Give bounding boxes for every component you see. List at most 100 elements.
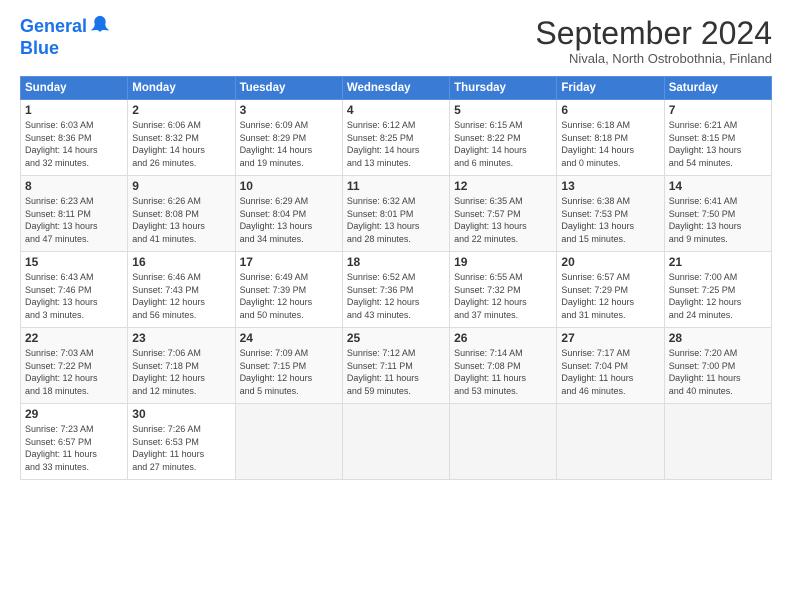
day-info: Sunrise: 7:26 AM Sunset: 6:53 PM Dayligh… (132, 423, 230, 473)
table-row: 9 Sunrise: 6:26 AM Sunset: 8:08 PM Daylig… (128, 176, 235, 252)
day-info: Sunrise: 6:06 AM Sunset: 8:32 PM Dayligh… (132, 119, 230, 169)
day-info: Sunrise: 6:38 AM Sunset: 7:53 PM Dayligh… (561, 195, 659, 245)
page: General Blue September 2024 Nivala, Nort… (0, 0, 792, 612)
table-row: 12Sunrise: 6:35 AM Sunset: 7:57 PM Dayli… (450, 176, 557, 252)
day-info: Sunrise: 6:03 AM Sunset: 8:36 PM Dayligh… (25, 119, 123, 169)
table-row: 8Sunrise: 6:23 AM Sunset: 8:11 PM Daylig… (21, 176, 128, 252)
table-row: 13 Sunrise: 6:38 AM Sunset: 7:53 PM Dayli… (557, 176, 664, 252)
day-number: 3 (240, 103, 338, 117)
table-row: 6 Sunrise: 6:18 AM Sunset: 8:18 PM Daylig… (557, 100, 664, 176)
table-row: 22 Sunrise: 7:03 AM Sunset: 7:22 PM Dayli… (21, 328, 128, 404)
table-row: 5 Sunrise: 6:15 AM Sunset: 8:22 PM Daylig… (450, 100, 557, 176)
header-row: Sunday Monday Tuesday Wednesday Thursday… (21, 77, 772, 100)
day-info: Sunrise: 7:03 AM Sunset: 7:22 PM Dayligh… (25, 347, 123, 397)
week-row-2: 8Sunrise: 6:23 AM Sunset: 8:11 PM Daylig… (21, 176, 772, 252)
table-row (235, 404, 342, 480)
table-row: 16 Sunrise: 6:46 AM Sunset: 7:43 PM Dayli… (128, 252, 235, 328)
day-number: 25 (347, 331, 445, 345)
day-number: 2 (132, 103, 230, 117)
day-number: 21 (669, 255, 767, 269)
day-number: 5 (454, 103, 552, 117)
col-wednesday: Wednesday (342, 77, 449, 100)
logo-text: General (20, 17, 87, 37)
table-row: 27 Sunrise: 7:17 AM Sunset: 7:04 PM Dayli… (557, 328, 664, 404)
day-info: Sunrise: 6:23 AM Sunset: 8:11 PM Dayligh… (25, 195, 123, 245)
table-row: 19 Sunrise: 6:55 AM Sunset: 7:32 PM Dayli… (450, 252, 557, 328)
day-number: 29 (25, 407, 123, 421)
table-row: 30 Sunrise: 7:26 AM Sunset: 6:53 PM Dayli… (128, 404, 235, 480)
day-number: 14 (669, 179, 767, 193)
day-number: 1 (25, 103, 123, 117)
table-row: 18 Sunrise: 6:52 AM Sunset: 7:36 PM Dayli… (342, 252, 449, 328)
day-info: Sunrise: 6:46 AM Sunset: 7:43 PM Dayligh… (132, 271, 230, 321)
day-info: Sunrise: 6:41 AM Sunset: 7:50 PM Dayligh… (669, 195, 767, 245)
day-info: Sunrise: 6:49 AM Sunset: 7:39 PM Dayligh… (240, 271, 338, 321)
day-info: Sunrise: 6:35 AM Sunset: 7:57 PM Dayligh… (454, 195, 552, 245)
table-row: 17 Sunrise: 6:49 AM Sunset: 7:39 PM Dayli… (235, 252, 342, 328)
day-number: 15 (25, 255, 123, 269)
day-info: Sunrise: 6:21 AM Sunset: 8:15 PM Dayligh… (669, 119, 767, 169)
table-row: 29 Sunrise: 7:23 AM Sunset: 6:57 PM Dayli… (21, 404, 128, 480)
logo: General Blue (20, 16, 111, 59)
day-info: Sunrise: 6:09 AM Sunset: 8:29 PM Dayligh… (240, 119, 338, 169)
day-number: 23 (132, 331, 230, 345)
day-number: 17 (240, 255, 338, 269)
day-info: Sunrise: 6:52 AM Sunset: 7:36 PM Dayligh… (347, 271, 445, 321)
table-row: 10 Sunrise: 6:29 AM Sunset: 8:04 PM Dayli… (235, 176, 342, 252)
week-row-3: 15 Sunrise: 6:43 AM Sunset: 7:46 PM Dayli… (21, 252, 772, 328)
table-row: 21 Sunrise: 7:00 AM Sunset: 7:25 PM Dayli… (664, 252, 771, 328)
day-info: Sunrise: 7:23 AM Sunset: 6:57 PM Dayligh… (25, 423, 123, 473)
day-number: 30 (132, 407, 230, 421)
col-tuesday: Tuesday (235, 77, 342, 100)
day-info: Sunrise: 7:00 AM Sunset: 7:25 PM Dayligh… (669, 271, 767, 321)
week-row-5: 29 Sunrise: 7:23 AM Sunset: 6:57 PM Dayli… (21, 404, 772, 480)
day-info: Sunrise: 6:26 AM Sunset: 8:08 PM Dayligh… (132, 195, 230, 245)
day-info: Sunrise: 7:20 AM Sunset: 7:00 PM Dayligh… (669, 347, 767, 397)
day-number: 28 (669, 331, 767, 345)
table-row: 15 Sunrise: 6:43 AM Sunset: 7:46 PM Dayli… (21, 252, 128, 328)
table-row: 24Sunrise: 7:09 AM Sunset: 7:15 PM Dayli… (235, 328, 342, 404)
day-info: Sunrise: 7:09 AM Sunset: 7:15 PM Dayligh… (240, 347, 338, 397)
table-row (557, 404, 664, 480)
day-number: 27 (561, 331, 659, 345)
day-info: Sunrise: 6:12 AM Sunset: 8:25 PM Dayligh… (347, 119, 445, 169)
day-number: 9 (132, 179, 230, 193)
day-info: Sunrise: 6:18 AM Sunset: 8:18 PM Dayligh… (561, 119, 659, 169)
table-row: 28 Sunrise: 7:20 AM Sunset: 7:00 PM Dayli… (664, 328, 771, 404)
table-row: 23 Sunrise: 7:06 AM Sunset: 7:18 PM Dayli… (128, 328, 235, 404)
table-row: 7Sunrise: 6:21 AM Sunset: 8:15 PM Daylig… (664, 100, 771, 176)
logo-icon (89, 14, 111, 36)
day-info: Sunrise: 6:15 AM Sunset: 8:22 PM Dayligh… (454, 119, 552, 169)
day-number: 19 (454, 255, 552, 269)
day-info: Sunrise: 6:32 AM Sunset: 8:01 PM Dayligh… (347, 195, 445, 245)
col-monday: Monday (128, 77, 235, 100)
day-number: 6 (561, 103, 659, 117)
day-info: Sunrise: 6:43 AM Sunset: 7:46 PM Dayligh… (25, 271, 123, 321)
day-info: Sunrise: 6:57 AM Sunset: 7:29 PM Dayligh… (561, 271, 659, 321)
day-number: 22 (25, 331, 123, 345)
table-row (342, 404, 449, 480)
day-number: 10 (240, 179, 338, 193)
day-number: 26 (454, 331, 552, 345)
day-info: Sunrise: 7:14 AM Sunset: 7:08 PM Dayligh… (454, 347, 552, 397)
table-row (664, 404, 771, 480)
col-sunday: Sunday (21, 77, 128, 100)
col-saturday: Saturday (664, 77, 771, 100)
week-row-4: 22 Sunrise: 7:03 AM Sunset: 7:22 PM Dayli… (21, 328, 772, 404)
day-number: 16 (132, 255, 230, 269)
logo-line2: Blue (20, 38, 111, 59)
day-info: Sunrise: 7:06 AM Sunset: 7:18 PM Dayligh… (132, 347, 230, 397)
day-number: 13 (561, 179, 659, 193)
day-number: 18 (347, 255, 445, 269)
day-info: Sunrise: 6:29 AM Sunset: 8:04 PM Dayligh… (240, 195, 338, 245)
month-title: September 2024 (535, 16, 772, 51)
table-row: 4 Sunrise: 6:12 AM Sunset: 8:25 PM Daylig… (342, 100, 449, 176)
day-info: Sunrise: 7:17 AM Sunset: 7:04 PM Dayligh… (561, 347, 659, 397)
day-number: 4 (347, 103, 445, 117)
table-row: 14 Sunrise: 6:41 AM Sunset: 7:50 PM Dayli… (664, 176, 771, 252)
day-info: Sunrise: 7:12 AM Sunset: 7:11 PM Dayligh… (347, 347, 445, 397)
table-row: 20Sunrise: 6:57 AM Sunset: 7:29 PM Dayli… (557, 252, 664, 328)
day-info: Sunrise: 6:55 AM Sunset: 7:32 PM Dayligh… (454, 271, 552, 321)
table-row: 26 Sunrise: 7:14 AM Sunset: 7:08 PM Dayli… (450, 328, 557, 404)
title-block: September 2024 Nivala, North Ostrobothni… (535, 16, 772, 66)
